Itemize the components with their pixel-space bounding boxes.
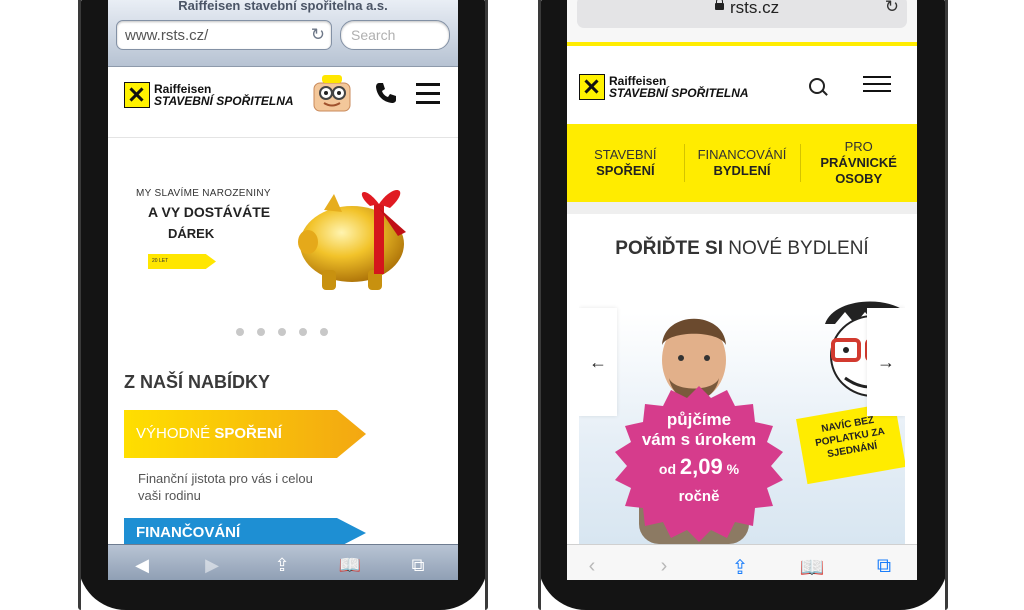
reload-icon[interactable]: ↻ [885, 0, 899, 17]
site-header: Raiffeisen STAVEBNÍ SPOŘITELNA [567, 46, 917, 124]
nav-item-light: STAVEBNÍ [594, 147, 657, 162]
share-icon[interactable]: ⇪ [727, 555, 753, 579]
badge-line-4: ročně [678, 488, 720, 505]
nav-item-bold: PRÁVNICKÉ OSOBY [820, 155, 897, 186]
slider-dots [236, 328, 328, 336]
hero-title: POŘIĎTE SI NOVÉ BYDLENÍ [579, 238, 905, 260]
nav-item-legal-entities[interactable]: PRO PRÁVNICKÉ OSOBY [800, 124, 917, 202]
slider-dot[interactable] [299, 328, 307, 336]
browser-top-bar: rsts.cz ↻ [567, 0, 917, 42]
mascot-icon [313, 75, 351, 112]
raiffeisen-logo-icon [579, 74, 605, 100]
offer-savings-button[interactable]: VÝHODNÉ SPOŘENÍ [124, 410, 366, 458]
browser-toolbar: ‹ › ⇪ 📖 ⧉ [567, 544, 917, 580]
forward-icon[interactable]: ▶ [200, 555, 224, 579]
address-bar[interactable]: www.rsts.cz/ ↻ [116, 20, 332, 50]
browser-toolbar: ◀ ▶ ⇪ 📖 ⧉ [108, 544, 458, 580]
slider-dot[interactable] [278, 328, 286, 336]
badge-line-2: vám s úrokem [641, 430, 757, 449]
phone-edge [945, 0, 948, 610]
left-phone-screen: Raiffeisen stavební spořitelna a.s. www.… [108, 0, 458, 580]
phone-call-icon[interactable] [374, 81, 398, 105]
nav-item-housing[interactable]: FINANCOVÁNÍ BYDLENÍ [683, 124, 801, 202]
golden-piggy-bank-image [298, 190, 406, 290]
bookmarks-icon[interactable]: 📖 [799, 555, 825, 579]
carousel-next-button[interactable]: → [867, 308, 905, 416]
search-input[interactable]: Search [340, 20, 450, 50]
offer-savings-light: VÝHODNÉ [136, 425, 215, 442]
hero-title-bold: POŘIĎTE SI [615, 238, 723, 259]
hero-banner[interactable]: POŘIĎTE SI NOVÉ BYDLENÍ půjčíme vám s úr… [579, 214, 905, 544]
offer-savings-bold: SPOŘENÍ [214, 425, 282, 442]
share-icon[interactable]: ⇪ [270, 555, 294, 579]
nav-item-bold: SPOŘENÍ [596, 163, 655, 178]
url-text: www.rsts.cz/ [125, 27, 209, 44]
banner-line-2: A VY DOSTÁVÁTE [148, 204, 271, 220]
site-header: Raiffeisen STAVEBNÍ SPOŘITELNA [108, 67, 458, 138]
banner-tag: 20 LET [148, 254, 216, 269]
section-gap [567, 202, 917, 214]
url-text: rsts.cz [730, 0, 780, 17]
arrow-left-icon: ← [589, 351, 607, 372]
hero-title-light: NOVÉ BYDLENÍ [722, 238, 869, 259]
phone-edge [78, 0, 81, 610]
carousel-prev-button[interactable]: ← [579, 308, 617, 416]
address-bar[interactable]: rsts.cz ↻ [577, 0, 907, 28]
forward-icon[interactable]: › [651, 555, 677, 579]
main-nav: STAVEBNÍ SPOŘENÍ FINANCOVÁNÍ BYDLENÍ PRO… [567, 124, 917, 202]
badge-rate-value: 2,09 [679, 454, 723, 479]
nav-item-savings[interactable]: STAVEBNÍ SPOŘENÍ [567, 124, 684, 202]
badge-rate-prefix: od [658, 461, 680, 477]
reload-icon[interactable]: ↻ [311, 25, 325, 45]
tabs-icon[interactable]: ⧉ [871, 555, 897, 579]
page-title: Raiffeisen stavební spořitelna a.s. [178, 0, 388, 13]
badge-rate: od 2,09 % [579, 454, 819, 480]
slider-dot[interactable] [320, 328, 328, 336]
right-phone-frame: rsts.cz ↻ Raiffeisen STAVEBNÍ SPOŘITELNA… [538, 0, 948, 610]
slider-dot[interactable] [236, 328, 244, 336]
badge-rate-suffix: % [722, 461, 740, 477]
banner-line-1: MY SLAVÍME NAROZENINY [136, 188, 271, 199]
promo-banner[interactable]: MY SLAVÍME NAROZENINY A VY DOSTÁVÁTE DÁR… [108, 138, 458, 293]
badge-text: půjčíme vám s úrokem [579, 410, 819, 450]
banner-line-3: DÁREK [168, 226, 215, 241]
right-phone-screen: rsts.cz ↻ Raiffeisen STAVEBNÍ SPOŘITELNA… [567, 0, 917, 580]
menu-icon[interactable] [416, 83, 440, 105]
offer-savings-description: Finanční jistota pro vás i celou vaši ro… [138, 471, 313, 503]
phone-edge [485, 0, 488, 610]
search-placeholder: Search [351, 27, 396, 43]
browser-top-bar: Raiffeisen stavební spořitelna a.s. www.… [108, 0, 458, 67]
back-icon[interactable]: ◀ [130, 555, 154, 579]
raiffeisen-logo-icon [124, 82, 150, 108]
logo-text-bottom: STAVEBNÍ SPOŘITELNA [609, 86, 749, 100]
section-title: Z NAŠÍ NABÍDKY [124, 372, 271, 392]
menu-icon[interactable] [863, 76, 891, 98]
arrow-right-icon: → [877, 351, 895, 372]
nav-item-bold: BYDLENÍ [713, 163, 771, 178]
logo-text-bottom: STAVEBNÍ SPOŘITELNA [154, 94, 294, 108]
slider-dot[interactable] [257, 328, 265, 336]
search-icon[interactable] [809, 78, 825, 94]
raiffeisen-logo[interactable]: Raiffeisen STAVEBNÍ SPOŘITELNA [579, 74, 749, 100]
phone-edge [538, 0, 541, 610]
tabs-icon[interactable]: ⧉ [406, 555, 430, 579]
nav-item-light: FINANCOVÁNÍ [697, 147, 787, 162]
raiffeisen-logo[interactable]: Raiffeisen STAVEBNÍ SPOŘITELNA [124, 82, 294, 108]
back-icon[interactable]: ‹ [579, 555, 605, 579]
nav-item-light: PRO [844, 139, 873, 154]
bookmarks-icon[interactable]: 📖 [338, 555, 362, 579]
lock-icon [715, 0, 724, 10]
left-phone-frame: Raiffeisen stavební spořitelna a.s. www.… [78, 0, 488, 610]
